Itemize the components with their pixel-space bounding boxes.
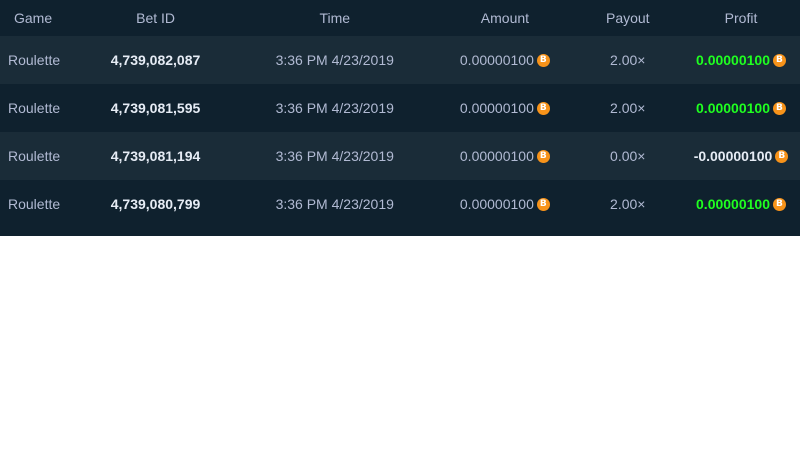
table-row[interactable]: Roulette 4,739,082,087 3:36 PM 4/23/2019… (0, 36, 800, 84)
bitcoin-icon (772, 197, 786, 211)
amount-value: 0.00000100 (459, 52, 534, 68)
amount-cell: 0.00000100 (426, 196, 583, 212)
profit-value: 0.00000100 (696, 52, 770, 68)
bet-id-cell[interactable]: 4,739,081,595 (82, 100, 229, 116)
amount-cell: 0.00000100 (426, 100, 583, 116)
time-cell: 3:36 PM 4/23/2019 (275, 52, 394, 68)
profit-cell: 0.00000100 (682, 100, 800, 116)
column-header-payout[interactable]: Payout (584, 10, 672, 26)
bitcoin-icon (536, 53, 550, 67)
table-row[interactable]: Roulette 4,739,080,799 3:36 PM 4/23/2019… (0, 180, 800, 228)
column-header-time[interactable]: Time (246, 10, 423, 26)
amount-cell: 0.00000100 (426, 52, 583, 68)
game-cell[interactable]: Roulette (0, 52, 79, 68)
time-cell: 3:36 PM 4/23/2019 (275, 100, 394, 116)
game-cell[interactable]: Roulette (0, 148, 79, 164)
payout-cell: 2.00× (610, 196, 646, 212)
amount-value: 0.00000100 (459, 148, 534, 164)
profit-value: 0.00000100 (696, 100, 770, 116)
table-row[interactable]: Roulette 4,739,081,194 3:36 PM 4/23/2019… (0, 132, 800, 180)
profit-value: 0.00000100 (696, 196, 770, 212)
payout-cell: 0.00× (610, 148, 646, 164)
bets-table: Game Bet ID Time Amount Payout Profit Ro… (0, 0, 800, 236)
profit-cell: -0.00000100 (682, 148, 800, 164)
time-cell: 3:36 PM 4/23/2019 (275, 148, 394, 164)
profit-value: -0.00000100 (693, 148, 773, 164)
column-header-profit[interactable]: Profit (682, 10, 800, 26)
game-cell[interactable]: Roulette (0, 100, 79, 116)
game-cell[interactable]: Roulette (0, 196, 79, 212)
amount-cell: 0.00000100 (426, 148, 583, 164)
payout-cell: 2.00× (610, 52, 646, 68)
column-header-game[interactable]: Game (0, 10, 79, 26)
column-header-bet-id[interactable]: Bet ID (82, 10, 229, 26)
bitcoin-icon (775, 149, 789, 163)
payout-cell: 2.00× (610, 100, 646, 116)
amount-value: 0.00000100 (459, 196, 534, 212)
profit-cell: 0.00000100 (682, 52, 800, 68)
bet-id-cell[interactable]: 4,739,081,194 (82, 148, 229, 164)
column-header-amount[interactable]: Amount (426, 10, 583, 26)
bitcoin-icon (536, 149, 550, 163)
table-header: Game Bet ID Time Amount Payout Profit (0, 0, 800, 36)
amount-value: 0.00000100 (459, 100, 534, 116)
bitcoin-icon (772, 53, 786, 67)
table-row[interactable]: Roulette 4,739,081,595 3:36 PM 4/23/2019… (0, 84, 800, 132)
bet-id-cell[interactable]: 4,739,080,799 (82, 196, 229, 212)
bet-id-cell[interactable]: 4,739,082,087 (82, 52, 229, 68)
bitcoin-icon (536, 197, 550, 211)
bitcoin-icon (772, 101, 786, 115)
profit-cell: 0.00000100 (682, 196, 800, 212)
time-cell: 3:36 PM 4/23/2019 (275, 196, 394, 212)
bitcoin-icon (536, 101, 550, 115)
